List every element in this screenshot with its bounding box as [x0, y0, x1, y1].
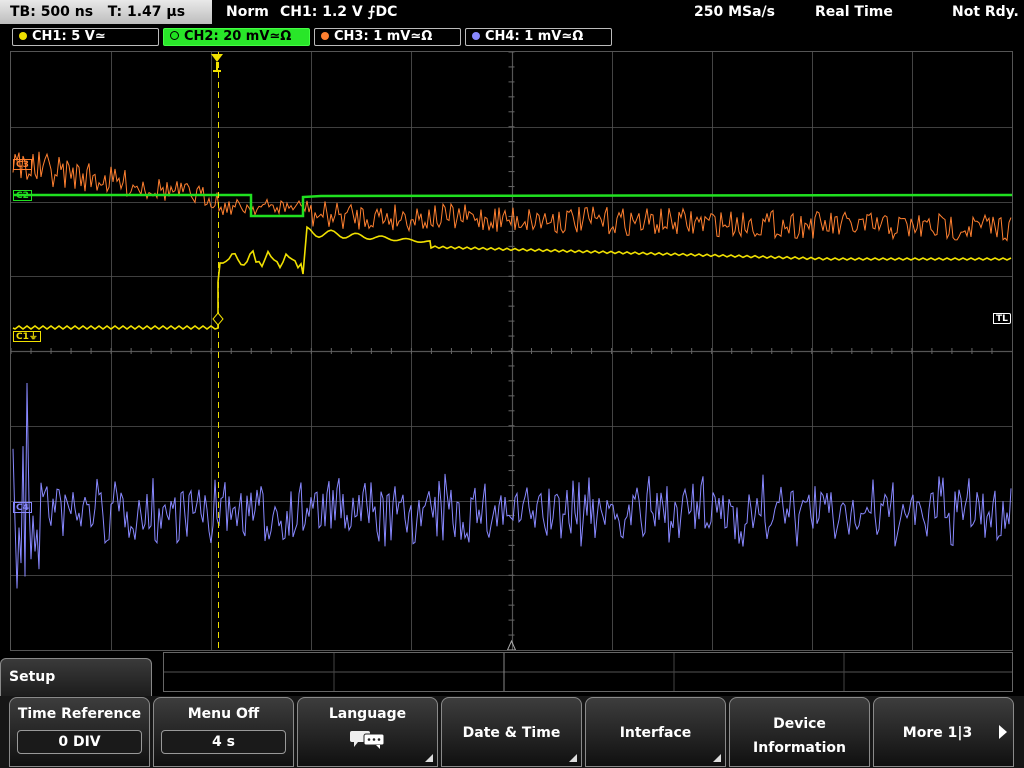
menu-off-softkey[interactable]: Menu Off 4 s	[153, 697, 294, 767]
menu-off-label: Menu Off	[187, 706, 260, 722]
device-information-label-line2: Information	[753, 740, 846, 756]
interface-label: Interface	[619, 725, 692, 741]
more-label: More 1|3	[902, 725, 973, 741]
submenu-corner-icon	[569, 754, 577, 762]
ch2-dot-icon	[170, 31, 179, 40]
waveform-display[interactable]: C3 C2 C1⏚ C4 TL	[10, 51, 1013, 651]
trigger-mode[interactable]: Norm	[226, 0, 269, 24]
ch2-label: CH2: 20 mV≃Ω	[184, 29, 292, 44]
channel-chip-ch2[interactable]: CH2: 20 mV≃Ω	[163, 28, 310, 46]
trigger-point-icon	[212, 312, 224, 326]
sample-rate: 250 MSa/s	[694, 4, 776, 20]
time-reference-value[interactable]: 0 DIV	[17, 730, 142, 754]
ch1-label: CH1: 5 V≃	[32, 29, 106, 44]
submenu-corner-icon	[425, 754, 433, 762]
timebase-label: TB: 500 ns	[10, 4, 94, 20]
channel-chip-ch4[interactable]: CH4: 1 mV≃Ω	[465, 28, 612, 46]
trigger-level-marker[interactable]: TL	[993, 313, 1011, 324]
language-softkey[interactable]: Language	[297, 697, 438, 767]
interface-softkey[interactable]: Interface	[585, 697, 726, 767]
ch4-dot-icon	[472, 32, 480, 40]
speech-bubbles-icon	[298, 728, 437, 754]
channel-chip-ch1[interactable]: CH1: 5 V≃	[12, 28, 159, 46]
ch4-offset-marker[interactable]: C4	[13, 502, 32, 513]
zoom-strip	[163, 652, 1013, 692]
menu-title-tab: Setup	[0, 658, 152, 698]
date-time-softkey[interactable]: Date & Time	[441, 697, 582, 767]
trigger-info[interactable]: CH1: 1.2 V ⨍DC	[280, 0, 397, 24]
ch3-dot-icon	[321, 32, 329, 40]
language-label: Language	[328, 706, 407, 722]
date-time-label: Date & Time	[462, 725, 561, 741]
ch4-label: CH4: 1 mV≃Ω	[485, 29, 584, 44]
ch3-offset-marker[interactable]: C3	[13, 159, 32, 170]
time-reference-softkey[interactable]: Time Reference 0 DIV	[9, 697, 150, 767]
device-information-label-line1: Device	[773, 716, 826, 732]
trigger-offset-marker-icon	[506, 639, 517, 650]
device-information-softkey[interactable]: Device Information	[729, 697, 870, 767]
acquisition-status: Not Rdy.	[952, 4, 1019, 20]
trigger-position-icon[interactable]	[211, 54, 223, 74]
ch1-offset-marker[interactable]: C1⏚	[13, 331, 41, 342]
menu-off-value[interactable]: 4 s	[161, 730, 286, 754]
ch2-offset-marker[interactable]: C2	[13, 190, 32, 201]
acquisition-mode: Real Time	[815, 4, 893, 20]
channel-chip-ch3[interactable]: CH3: 1 mV≃Ω	[314, 28, 461, 46]
chevron-right-icon	[999, 725, 1007, 739]
more-softkey[interactable]: More 1|3	[873, 697, 1014, 767]
submenu-corner-icon	[713, 754, 721, 762]
status-bar: TB: 500 ns T: 1.47 µs Norm CH1: 1.2 V ⨍D…	[0, 0, 1024, 24]
waveform-canvas	[11, 52, 1012, 650]
timebase-box[interactable]: TB: 500 ns T: 1.47 µs	[0, 0, 212, 24]
trigger-time-label: T: 1.47 µs	[107, 4, 186, 20]
ch1-dot-icon	[19, 32, 27, 40]
menu-title: Setup	[9, 669, 56, 685]
ch3-label: CH3: 1 mV≃Ω	[334, 29, 433, 44]
time-reference-label: Time Reference	[17, 706, 142, 722]
